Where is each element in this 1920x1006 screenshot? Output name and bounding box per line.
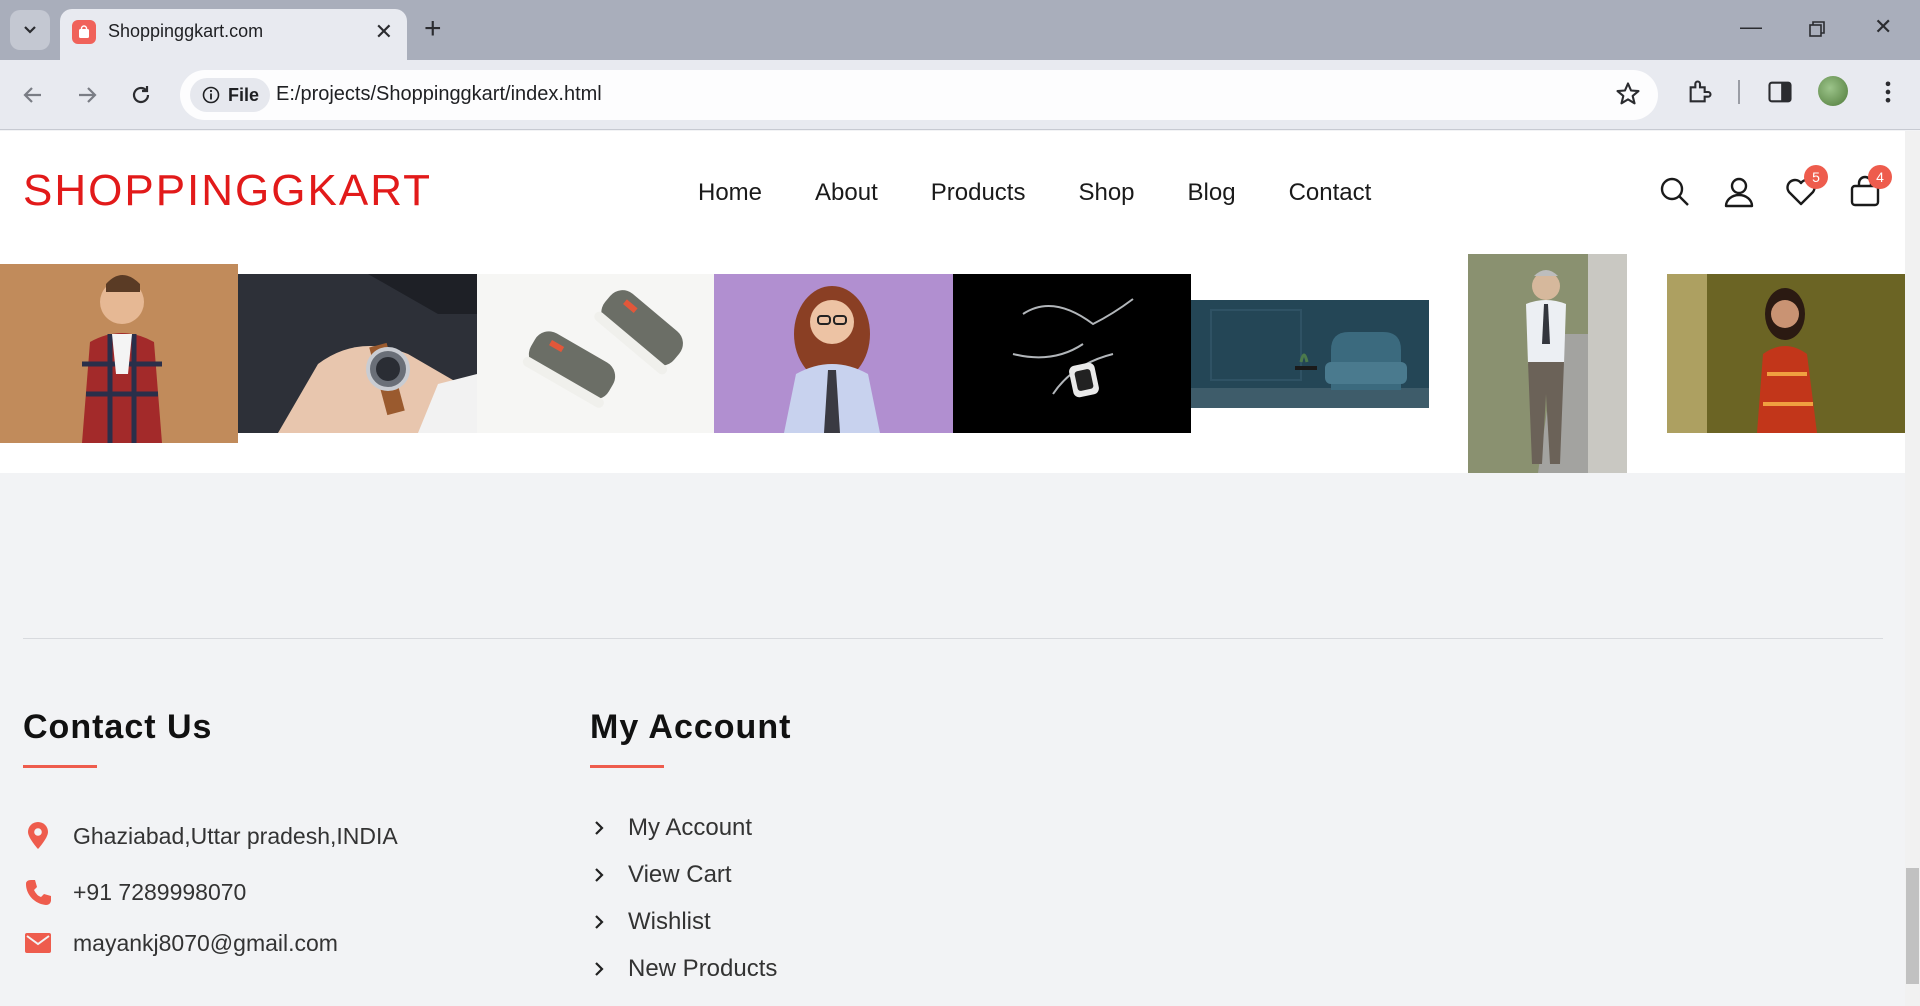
nav-about[interactable]: About (815, 179, 878, 207)
address-bar[interactable]: File E:/projects/Shoppinggkart/index.htm… (180, 70, 1658, 120)
forward-icon[interactable] (70, 78, 104, 112)
site-header: SHOPPINGGKART Home About Products Shop B… (0, 131, 1905, 251)
mail-icon (25, 933, 51, 953)
gallery-image-blue-armchair[interactable] (1191, 300, 1429, 408)
footer-link-label[interactable]: My Account (628, 814, 752, 842)
browser-toolbar: File E:/projects/Shoppinggkart/index.htm… (0, 60, 1920, 130)
account-heading-underline (590, 765, 664, 768)
chevron-right-icon (595, 915, 604, 929)
contact-email: mayankj8070@gmail.com (23, 928, 338, 958)
wishlist-count-badge: 5 (1804, 165, 1828, 189)
chevron-down-icon (24, 26, 36, 34)
contact-address: Ghaziabad,Uttar pradesh,INDIA (23, 821, 398, 851)
user-icon[interactable] (1722, 175, 1756, 209)
search-icon[interactable] (1658, 175, 1692, 209)
footer-divider (23, 638, 1883, 639)
main-nav: Home About Products Shop Blog Contact (698, 179, 1424, 207)
contact-us-heading: Contact Us (23, 708, 213, 746)
footer-link-wishlist[interactable]: Wishlist (590, 908, 711, 936)
footer-link-label[interactable]: Wishlist (628, 908, 711, 936)
chevron-right-icon (595, 868, 604, 882)
gallery-image-man-plaid-shirt[interactable] (0, 264, 238, 443)
restore-icon[interactable] (1808, 20, 1826, 38)
bookmark-star-icon[interactable] (1614, 80, 1642, 108)
gallery-image-wrist-watch[interactable] (238, 274, 477, 433)
nav-home[interactable]: Home (698, 179, 762, 207)
shopping-bag-favicon-icon (72, 20, 96, 44)
footer-link-view-cart[interactable]: View Cart (590, 861, 732, 889)
gallery-image-woman-red-dress[interactable] (1667, 274, 1905, 433)
contact-email-text[interactable]: mayankj8070@gmail.com (73, 930, 338, 957)
footer-link-label[interactable]: View Cart (628, 861, 732, 889)
my-account-heading: My Account (590, 708, 792, 746)
cart-button[interactable]: 4 (1848, 165, 1892, 209)
browser-tabbar: Shoppinggkart.com ✕ + — ✕ (0, 0, 1920, 60)
more-menu-icon[interactable] (1874, 78, 1902, 106)
scrollbar-thumb[interactable] (1906, 868, 1919, 984)
side-panel-icon[interactable] (1766, 78, 1794, 106)
footer-link-my-account[interactable]: My Account (590, 814, 752, 842)
minimize-icon[interactable]: — (1740, 14, 1762, 40)
profile-avatar[interactable] (1818, 76, 1848, 106)
chevron-right-icon (595, 962, 604, 976)
nav-products[interactable]: Products (931, 179, 1026, 207)
cart-count-badge: 4 (1868, 165, 1892, 189)
contact-phone-text[interactable]: +91 7289998070 (73, 879, 246, 906)
tab-close-icon[interactable]: ✕ (375, 19, 393, 45)
window-close-icon[interactable]: ✕ (1874, 14, 1892, 40)
footer-link-label[interactable]: New Products (628, 955, 777, 983)
tab-search-button[interactable] (10, 10, 50, 50)
product-gallery (0, 251, 1905, 473)
url-text[interactable]: E:/projects/Shoppinggkart/index.html (276, 83, 602, 106)
wishlist-button[interactable]: 5 (1784, 165, 1828, 209)
nav-blog[interactable]: Blog (1188, 179, 1236, 207)
nav-contact[interactable]: Contact (1289, 179, 1372, 207)
nav-shop[interactable]: Shop (1078, 179, 1134, 207)
phone-icon (26, 880, 51, 905)
location-pin-icon (28, 822, 48, 849)
new-tab-icon[interactable]: + (424, 14, 442, 44)
footer-link-new-products[interactable]: New Products (590, 955, 777, 983)
browser-tab[interactable]: Shoppinggkart.com ✕ (60, 9, 407, 60)
back-icon[interactable] (16, 78, 50, 112)
gallery-image-woman-glasses[interactable] (714, 274, 953, 433)
gallery-image-sneakers[interactable] (477, 274, 714, 433)
site-chip-label: File (228, 84, 260, 105)
info-icon (202, 86, 220, 104)
reload-icon[interactable] (124, 78, 158, 112)
contact-phone: +91 7289998070 (23, 877, 246, 907)
tab-title: Shoppinggkart.com (108, 21, 264, 41)
chevron-right-icon (595, 821, 604, 835)
contact-heading-underline (23, 765, 97, 768)
gallery-image-man-walking[interactable] (1468, 254, 1627, 473)
contact-address-text: Ghaziabad,Uttar pradesh,INDIA (73, 822, 398, 849)
gallery-image-smartwatch-splash[interactable] (953, 274, 1191, 433)
site-logo[interactable]: SHOPPINGGKART (23, 166, 432, 216)
site-info-chip[interactable]: File (190, 78, 270, 112)
toolbar-separator (1738, 80, 1740, 104)
extensions-icon[interactable] (1686, 78, 1714, 106)
